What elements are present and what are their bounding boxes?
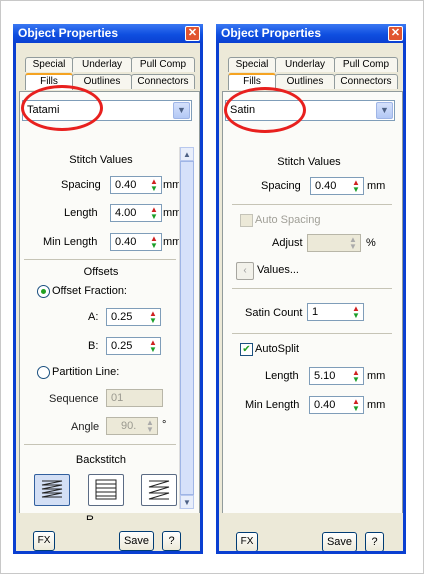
backstitch-option-3[interactable] (141, 474, 177, 506)
window-title: Object Properties (18, 26, 119, 40)
backstitch-option-2[interactable] (88, 474, 124, 506)
length-label: Length (64, 207, 98, 219)
autosplit-label: AutoSplit (255, 343, 300, 355)
adjust-unit: % (366, 237, 376, 249)
chevron-left-icon[interactable]: ‹ (236, 262, 254, 280)
scroll-thumb[interactable] (180, 161, 194, 495)
spin-icon[interactable]: ▲ ▼ (350, 179, 362, 194)
length-label: Length (265, 370, 299, 382)
object-properties-panel-right: Object Properties ✕ Special Underlay Pul… (216, 24, 406, 554)
close-icon[interactable]: ✕ (388, 26, 403, 41)
help-button[interactable]: ? (162, 531, 181, 551)
help-button[interactable]: ? (365, 532, 384, 551)
a-label: A: (88, 311, 99, 323)
length-unit: mm (367, 370, 386, 382)
min-length-input[interactable]: 0.40 ▲ ▼ (309, 396, 364, 414)
fx-button[interactable]: FX (236, 532, 258, 551)
min-length-input[interactable]: 0.40 ▲ ▼ (110, 233, 162, 251)
title-bar: Object Properties ✕ (13, 24, 203, 43)
spacing-unit: mm (367, 180, 386, 192)
spin-icon[interactable]: ▲ ▼ (148, 206, 160, 221)
divider (232, 333, 392, 334)
tab-underlay[interactable]: Underlay (275, 57, 335, 72)
offset-fraction-radio[interactable] (37, 285, 50, 298)
length-input[interactable]: 4.00 ▲ ▼ (110, 204, 162, 222)
partition-line-radio[interactable] (37, 366, 50, 379)
spin-icon[interactable]: ▲ ▼ (147, 310, 159, 325)
spin-icon[interactable]: ▲ ▼ (148, 178, 160, 193)
min-length-label: Min Length (43, 236, 98, 248)
min-length-unit: mm (367, 399, 386, 411)
backstitch-header: Backstitch (75, 454, 127, 466)
divider (232, 288, 392, 289)
tab-connectors[interactable]: Connectors (131, 74, 195, 89)
chevron-down-icon[interactable]: ▼ (173, 102, 190, 119)
length-input[interactable]: 5.10 ▲ ▼ (309, 367, 364, 385)
object-properties-panel-left: Object Properties ✕ Special Underlay Pul… (13, 24, 203, 554)
divider (24, 259, 176, 260)
adjust-label: Adjust (272, 237, 303, 249)
save-button[interactable]: Save (322, 532, 357, 551)
vertical-scrollbar[interactable]: ▲ ▼ (179, 147, 194, 509)
spin-icon[interactable]: ▲ ▼ (147, 339, 159, 354)
spin-icon[interactable]: ▲ ▼ (350, 398, 362, 413)
panel-body: Special Underlay Pull Comp Fills Outline… (219, 43, 403, 551)
tab-pull-comp[interactable]: Pull Comp (334, 57, 398, 72)
fx-button[interactable]: FX (33, 531, 55, 551)
chevron-down-icon[interactable]: ▼ (376, 102, 393, 119)
angle-label: Angle (71, 421, 100, 433)
divider (24, 444, 176, 445)
min-length-label: Min Length (245, 399, 300, 411)
spin-icon[interactable]: ▲ ▼ (347, 236, 359, 251)
spin-icon[interactable]: ▲ ▼ (350, 305, 362, 320)
stitch-values-header: Stitch Values (69, 154, 133, 166)
b-label: B: (88, 340, 99, 352)
backstitch-option-1[interactable] (34, 474, 70, 506)
tab-special[interactable]: Special (228, 57, 276, 72)
offset-fraction-label: Offset Fraction: (52, 285, 127, 297)
annotation-circle (21, 85, 103, 131)
tab-pull-comp[interactable]: Pull Comp (131, 57, 195, 72)
tab-special[interactable]: Special (25, 57, 73, 72)
angle-unit: ° (162, 419, 167, 431)
autosplit-checkbox[interactable]: ✔ (240, 343, 253, 356)
spacing-label: Spacing (61, 179, 101, 191)
partition-line-label: Partition Line: (52, 366, 120, 378)
spacing-input[interactable]: 0.40 ▲ ▼ (110, 176, 162, 194)
backstitch-zigzag-icon (41, 480, 63, 498)
spin-icon[interactable]: ▲ ▼ (350, 369, 362, 384)
stitch-values-header: Stitch Values (277, 156, 341, 168)
save-button[interactable]: Save (119, 531, 154, 551)
window-title: Object Properties (221, 26, 322, 40)
angle-input[interactable]: 90. ▲ ▼ (106, 417, 158, 435)
spacing-input[interactable]: 0.40 ▲ ▼ (310, 177, 364, 195)
sequence-input[interactable]: 01 (106, 389, 163, 407)
spacing-label: Spacing (261, 180, 301, 192)
adjust-input[interactable]: ▲ ▼ (307, 234, 361, 252)
backstitch-lines-icon (95, 479, 117, 500)
auto-spacing-label: Auto Spacing (255, 214, 321, 226)
spin-icon[interactable]: ▲ ▼ (148, 235, 160, 250)
title-bar: Object Properties ✕ (216, 24, 406, 43)
tab-outlines[interactable]: Outlines (275, 74, 335, 89)
annotation-circle (224, 87, 306, 133)
auto-spacing-checkbox[interactable] (240, 214, 253, 227)
divider (232, 204, 392, 205)
close-icon[interactable]: ✕ (185, 26, 200, 41)
b-input[interactable]: 0.25 ▲ ▼ (106, 337, 161, 355)
satin-count-input[interactable]: 1 ▲ ▼ (307, 303, 364, 321)
tab-underlay[interactable]: Underlay (72, 57, 132, 72)
bottom-partial-label: R (86, 514, 94, 520)
tab-connectors[interactable]: Connectors (334, 74, 398, 89)
backstitch-diagonal-icon (148, 480, 170, 500)
offsets-header: Offsets (83, 266, 119, 278)
sequence-label: Sequence (49, 393, 99, 405)
scroll-down-icon[interactable]: ▼ (180, 495, 194, 509)
spin-icon[interactable]: ▲ ▼ (144, 419, 156, 434)
satin-count-label: Satin Count (245, 307, 303, 319)
scroll-up-icon[interactable]: ▲ (180, 147, 194, 161)
a-input[interactable]: 0.25 ▲ ▼ (106, 308, 161, 326)
values-button[interactable]: Values... (257, 264, 299, 276)
panel-body: Special Underlay Pull Comp Fills Outline… (16, 43, 200, 551)
